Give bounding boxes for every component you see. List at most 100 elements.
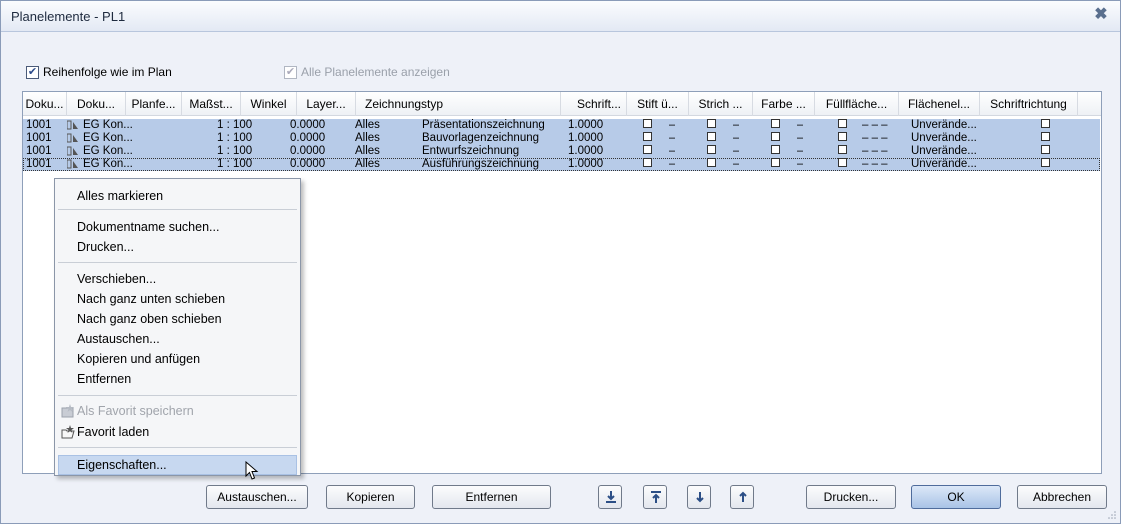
angle: 0.0000 [290, 158, 326, 170]
column-header[interactable]: Maßst... [182, 92, 241, 116]
menu-item-properties[interactable]: Eigenschaften... [77, 455, 167, 475]
column-header[interactable]: Doku... [23, 92, 67, 116]
column-header[interactable]: Stift ü... [627, 92, 689, 116]
column-header[interactable]: Flächenel... [899, 92, 980, 116]
table-row[interactable]: 1001 EG Kon... 1 : 100 0.0000 Alles Bauv… [23, 132, 1100, 145]
column-header[interactable]: Zeichnungstyp [356, 92, 561, 116]
color-checkbox[interactable] [771, 145, 780, 158]
menu-separator [58, 447, 297, 448]
column-header[interactable]: Schrift... [561, 92, 627, 116]
doc-name: EG Kon... [83, 132, 133, 144]
move-down-button[interactable] [687, 485, 711, 509]
menu-item-load-favorite[interactable]: Favorit laden [61, 422, 149, 442]
text-direction-checkbox[interactable] [1041, 119, 1050, 132]
document-icon [67, 119, 79, 132]
doc-name: EG Kon... [83, 145, 133, 157]
drawing-type: Entwurfszeichnung [422, 145, 520, 157]
pen-checkbox[interactable] [643, 158, 652, 171]
fill-value: – – – [862, 145, 888, 157]
dialog-window: Planelemente - PL1 ✖ ✔ Reihenfolge wie i… [0, 0, 1121, 524]
menu-item-remove[interactable]: Entfernen [77, 369, 131, 389]
column-header[interactable]: Strich ... [689, 92, 753, 116]
drawing-type: Präsentationszeichnung [422, 119, 545, 131]
fill-checkbox[interactable] [838, 145, 847, 158]
remove-button[interactable]: Entfernen [432, 485, 551, 509]
copy-button[interactable]: Kopieren [326, 485, 415, 509]
resize-grip-icon[interactable] [1107, 510, 1117, 520]
scale: 1 : 100 [217, 158, 253, 170]
menu-item-search-document[interactable]: Dokumentname suchen... [77, 217, 219, 237]
document-icon [67, 132, 79, 145]
color-value: – [797, 132, 804, 144]
fill-checkbox[interactable] [838, 158, 847, 171]
pen-checkbox[interactable] [643, 145, 652, 158]
column-header[interactable]: Winkel [241, 92, 297, 116]
column-header[interactable]: Layer... [297, 92, 356, 116]
order-checkbox[interactable]: ✔ Reihenfolge wie im Plan [26, 64, 172, 80]
color-checkbox[interactable] [771, 158, 780, 171]
fill-checkbox[interactable] [838, 119, 847, 132]
table-body: 1001 EG Kon... 1 : 100 0.0000 Alles Präs… [23, 119, 1100, 171]
color-checkbox[interactable] [771, 132, 780, 145]
table-row[interactable]: 1001 EG Kon... 1 : 100 0.0000 Alles Entw… [23, 145, 1100, 158]
line-checkbox[interactable] [707, 158, 716, 171]
text-direction-checkbox[interactable] [1041, 145, 1050, 158]
menu-item-select-all[interactable]: Alles markieren [77, 186, 163, 206]
pen-checkbox[interactable] [643, 119, 652, 132]
ok-button[interactable]: OK [911, 485, 1001, 509]
menu-separator [58, 395, 297, 396]
layer: Alles [355, 145, 380, 157]
menu-item-print[interactable]: Drucken... [77, 237, 134, 257]
column-header[interactable]: Schriftrichtung [980, 92, 1078, 116]
show-all-checkbox[interactable]: ✔ Alle Planelemente anzeigen [284, 64, 450, 80]
move-to-top-button[interactable] [643, 485, 667, 509]
column-header[interactable]: Doku... [67, 92, 126, 116]
fill-value: – – – [862, 132, 888, 144]
column-header[interactable]: Farbe ... [753, 92, 815, 116]
text-direction-checkbox[interactable] [1041, 158, 1050, 171]
menu-item-move-to-bottom[interactable]: Nach ganz unten schieben [77, 289, 225, 309]
order-checkbox-box[interactable]: ✔ [26, 65, 39, 79]
cancel-button[interactable]: Abbrechen [1017, 485, 1107, 509]
color-value: – [797, 158, 804, 170]
save-favorite-icon [61, 404, 74, 418]
menu-item-move-to-top[interactable]: Nach ganz oben schieben [77, 309, 222, 329]
move-up-button[interactable] [730, 485, 754, 509]
fill-value: – – – [862, 119, 888, 131]
fill-checkbox[interactable] [838, 132, 847, 145]
line-checkbox[interactable] [707, 145, 716, 158]
menu-item-replace[interactable]: Austauschen... [77, 329, 160, 349]
move-to-bottom-button[interactable] [598, 485, 622, 509]
table-row[interactable]: 1001 EG Kon... 1 : 100 0.0000 Alles Ausf… [23, 158, 1100, 171]
show-all-checkbox-box[interactable]: ✔ [284, 65, 297, 79]
mouse-cursor-icon [245, 461, 259, 480]
menu-item-label: Als Favorit speichern [77, 404, 194, 418]
menu-separator [58, 209, 297, 210]
doc-number: 1001 [26, 132, 52, 144]
area-element: Unverände... [911, 132, 977, 144]
pen-value: – [669, 132, 676, 144]
menu-separator [58, 262, 297, 263]
area-element: Unverände... [911, 158, 977, 170]
document-icon [67, 158, 79, 171]
print-button[interactable]: Drucken... [806, 485, 896, 509]
show-all-checkbox-label: Alle Planelemente anzeigen [301, 65, 450, 79]
doc-name: EG Kon... [83, 158, 133, 170]
column-header[interactable]: Füllfläche... [815, 92, 899, 116]
line-checkbox[interactable] [707, 132, 716, 145]
replace-button[interactable]: Austauschen... [206, 485, 308, 509]
line-checkbox[interactable] [707, 119, 716, 132]
table-row[interactable]: 1001 EG Kon... 1 : 100 0.0000 Alles Präs… [23, 119, 1100, 132]
font-factor: 1.0000 [568, 119, 604, 131]
color-checkbox[interactable] [771, 119, 780, 132]
menu-item-move[interactable]: Verschieben... [77, 269, 156, 289]
close-icon[interactable]: ✖ [1092, 6, 1110, 24]
menu-item-copy-append[interactable]: Kopieren und anfügen [77, 349, 200, 369]
text-direction-checkbox[interactable] [1041, 132, 1050, 145]
table-header: Doku... Doku... Planfe... Maßst... Winke… [23, 92, 1101, 116]
font-factor: 1.0000 [568, 158, 604, 170]
column-header[interactable]: Planfe... [126, 92, 182, 116]
scale: 1 : 100 [217, 145, 253, 157]
pen-checkbox[interactable] [643, 132, 652, 145]
font-factor: 1.0000 [568, 132, 604, 144]
